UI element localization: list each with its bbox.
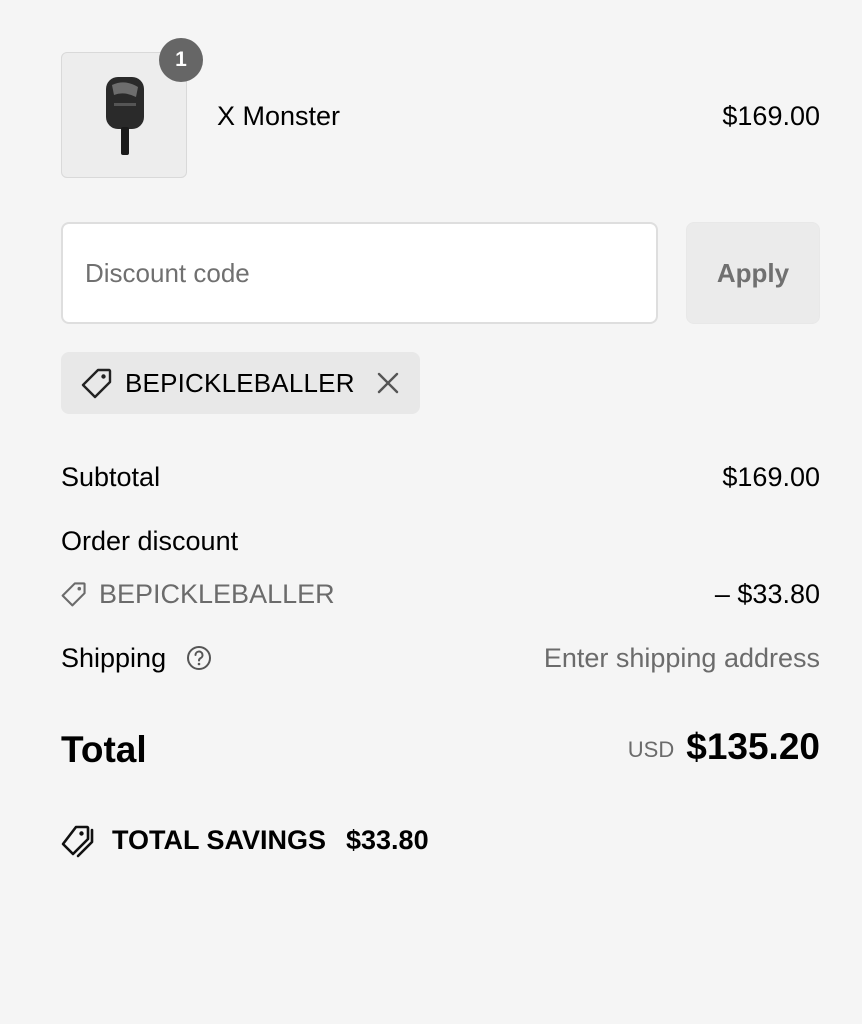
total-amount: $135.20 <box>686 726 820 767</box>
subtotal-value: $169.00 <box>722 462 820 492</box>
currency-code: USD <box>627 737 675 762</box>
shipping-value: Enter shipping address <box>543 643 820 673</box>
pickleball-paddle-image <box>106 77 144 155</box>
total-savings-label: TOTAL SAVINGS <box>112 825 327 855</box>
subtotal-label: Subtotal <box>61 462 161 492</box>
order-discount-label: Order discount <box>61 526 239 556</box>
quantity-badge: 1 <box>159 38 203 82</box>
total-amount-group: USD $135.20 <box>628 726 820 768</box>
help-icon[interactable] <box>186 645 212 671</box>
order-summary: 1 X Monster $169.00 Apply BEPICKLEBALLER… <box>0 0 862 1024</box>
tag-icon <box>81 368 112 399</box>
order-discount-code: BEPICKLEBALLER <box>99 579 335 609</box>
total-savings-amount: $33.80 <box>346 825 429 855</box>
order-discount-value: – $33.80 <box>714 579 820 609</box>
shipping-label: Shipping <box>61 643 167 673</box>
tag-icon <box>61 582 86 607</box>
applied-discount-code: BEPICKLEBALLER <box>125 368 355 398</box>
total-label: Total <box>61 729 147 770</box>
discount-code-input[interactable] <box>61 222 658 324</box>
product-price: $169.00 <box>722 101 820 131</box>
close-icon[interactable] <box>375 370 401 396</box>
product-name: X Monster <box>217 101 341 131</box>
line-item: 1 X Monster $169.00 <box>61 38 820 180</box>
savings-tags-icon <box>61 825 94 858</box>
applied-discount-chip: BEPICKLEBALLER <box>61 352 420 414</box>
apply-discount-button[interactable]: Apply <box>686 222 820 324</box>
